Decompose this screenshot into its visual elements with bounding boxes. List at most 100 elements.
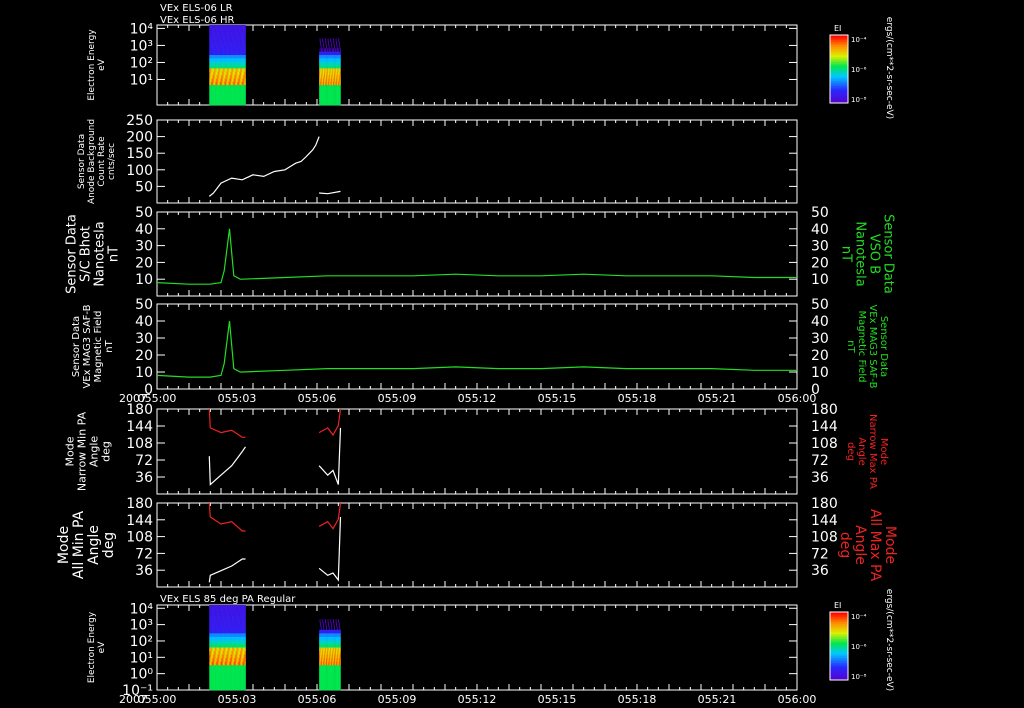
heatmap-cell — [322, 48, 324, 52]
heatmap-cell — [338, 622, 340, 627]
left-label-anode_count-line: Anode Background — [87, 119, 97, 204]
heatmap-cell — [330, 48, 332, 52]
heatmap-cell — [244, 78, 246, 82]
right-label-narrow_pa-line: Angle — [856, 437, 867, 465]
y-tick-label-right: 30 — [811, 239, 829, 255]
panel-frame-all_pa — [156, 502, 798, 588]
heatmap-cell — [327, 48, 329, 52]
y-tick-label-right: 180 — [811, 496, 838, 512]
left-label-all_pa-line: Mode — [56, 526, 72, 564]
y-tick-label: 10³ — [130, 38, 153, 54]
header-line-1: VEx ELS-06 LR — [160, 3, 233, 14]
heatmap-cell — [244, 658, 246, 662]
heatmap-cell — [333, 38, 334, 42]
right-label-all_pa-line: All Max PA — [867, 509, 883, 582]
right-label-mag_saf-line: nT — [845, 340, 856, 353]
heatmap-cell — [339, 686, 341, 691]
y-tick-label: 10² — [130, 55, 153, 71]
heatmap-cell — [339, 668, 341, 673]
heatmap-cell — [320, 622, 322, 627]
heatmap-cell — [325, 41, 327, 46]
colorbar-unit-top: ergs/(cm**2-sr-sec-eV) — [884, 17, 894, 119]
heatmap-cell — [331, 626, 333, 631]
y-tick-label: 50 — [135, 297, 153, 313]
heatmap-cell — [244, 31, 246, 36]
y-tick-label: 10⁰ — [130, 667, 154, 683]
heatmap-cell — [322, 619, 324, 624]
y-tick-label: 100 — [126, 163, 153, 179]
left-label-vso_b-line: S/C Bhot — [78, 226, 93, 282]
time-tick-label: 055:03 — [218, 693, 257, 706]
y-tick-label: 40 — [135, 314, 153, 330]
left-label-mag_saf-line: VEx MAG3 SAF-B — [82, 304, 93, 388]
heatmap-cell — [323, 48, 325, 52]
heatmap-cell — [336, 41, 338, 46]
heatmap-cell — [335, 38, 337, 42]
heatmap-cell — [339, 651, 341, 655]
right-label-vso_b-line: VSO B — [867, 234, 882, 274]
time-tick-label: 055:03 — [218, 392, 257, 405]
right-label-all_pa-line: Angle — [852, 525, 868, 565]
time-tick-label: 056:00 — [778, 693, 817, 706]
heatmap-cell — [333, 622, 335, 627]
heatmap-cell — [327, 619, 329, 624]
y-tick-label: 180 — [126, 496, 153, 512]
right-label-narrow_pa: ModeNarrow Max PAAngledeg — [845, 414, 889, 489]
heatmap-cell — [334, 626, 335, 631]
pa-line-5-0-a — [208, 502, 246, 532]
heatmap-cell — [335, 619, 337, 624]
y-tick-label: 50 — [135, 205, 153, 221]
heatmap-cell — [244, 25, 246, 29]
heatmap-cell — [331, 48, 333, 52]
heatmap-cell — [244, 647, 246, 652]
heatmap-cell — [244, 626, 246, 631]
heatmap-cell — [339, 75, 341, 79]
pa-line-4-1-b — [318, 427, 342, 485]
panel-frame-anode_count — [156, 119, 798, 204]
time-tick-label: 055:09 — [378, 693, 417, 706]
y-tick-label: 144 — [126, 419, 153, 435]
heatmap-cell — [326, 626, 327, 631]
y-tick-label-right: 72 — [811, 453, 829, 469]
heatmap-cell — [321, 48, 323, 52]
heatmap-cell — [244, 682, 246, 687]
colorbar-bottom-tick: 10⁻⁶ — [851, 643, 867, 651]
pa-line-5-0-b — [318, 502, 342, 530]
heatmap-cell — [339, 626, 341, 631]
y-tick-label-right: 30 — [811, 331, 829, 347]
heatmap-cell — [244, 28, 246, 32]
y-tick-label: 30 — [135, 239, 153, 255]
heatmap-cell — [339, 48, 341, 52]
heatmap-cell — [328, 626, 330, 631]
heatmap-cell — [330, 619, 332, 624]
y-tick-label: 10⁴ — [130, 601, 154, 617]
y-tick-label-right: 10 — [811, 365, 829, 381]
heatmap-cell — [339, 55, 341, 59]
pa-line-4-0-b — [318, 408, 342, 437]
heatmap-cell — [322, 38, 324, 42]
heatmap-cell — [339, 679, 341, 684]
heatmap-cell — [322, 622, 324, 627]
heatmap-cell — [339, 640, 341, 645]
time-tick-label: 055:12 — [458, 693, 497, 706]
y-tick-label: 200 — [126, 130, 153, 146]
heatmap-cell — [338, 619, 340, 624]
left-label-elec_energy_bottom-line: eV — [97, 641, 107, 654]
heatmap-cell — [244, 619, 246, 624]
heatmap-cell — [323, 45, 325, 49]
heatmap-cell — [339, 61, 341, 66]
heatmap-cell — [319, 48, 321, 52]
heatmap-cell — [244, 98, 246, 102]
heatmap-cell — [339, 636, 341, 641]
time-tick-label: 055:12 — [458, 392, 497, 405]
heatmap-cell — [339, 91, 341, 96]
right-label-narrow_pa-line: deg — [845, 442, 856, 461]
left-label-all_pa-line: Angle — [86, 525, 102, 565]
heatmap-cell — [334, 45, 335, 49]
pa-line-5-1-a — [208, 558, 246, 583]
colorbar-top-title: EI — [834, 24, 841, 33]
y-tick-label-right: 40 — [811, 222, 829, 238]
time-tick-label: 055:15 — [538, 392, 577, 405]
left-label-vso_b-line: Sensor Data — [64, 214, 79, 294]
heatmap-cell — [320, 45, 322, 49]
